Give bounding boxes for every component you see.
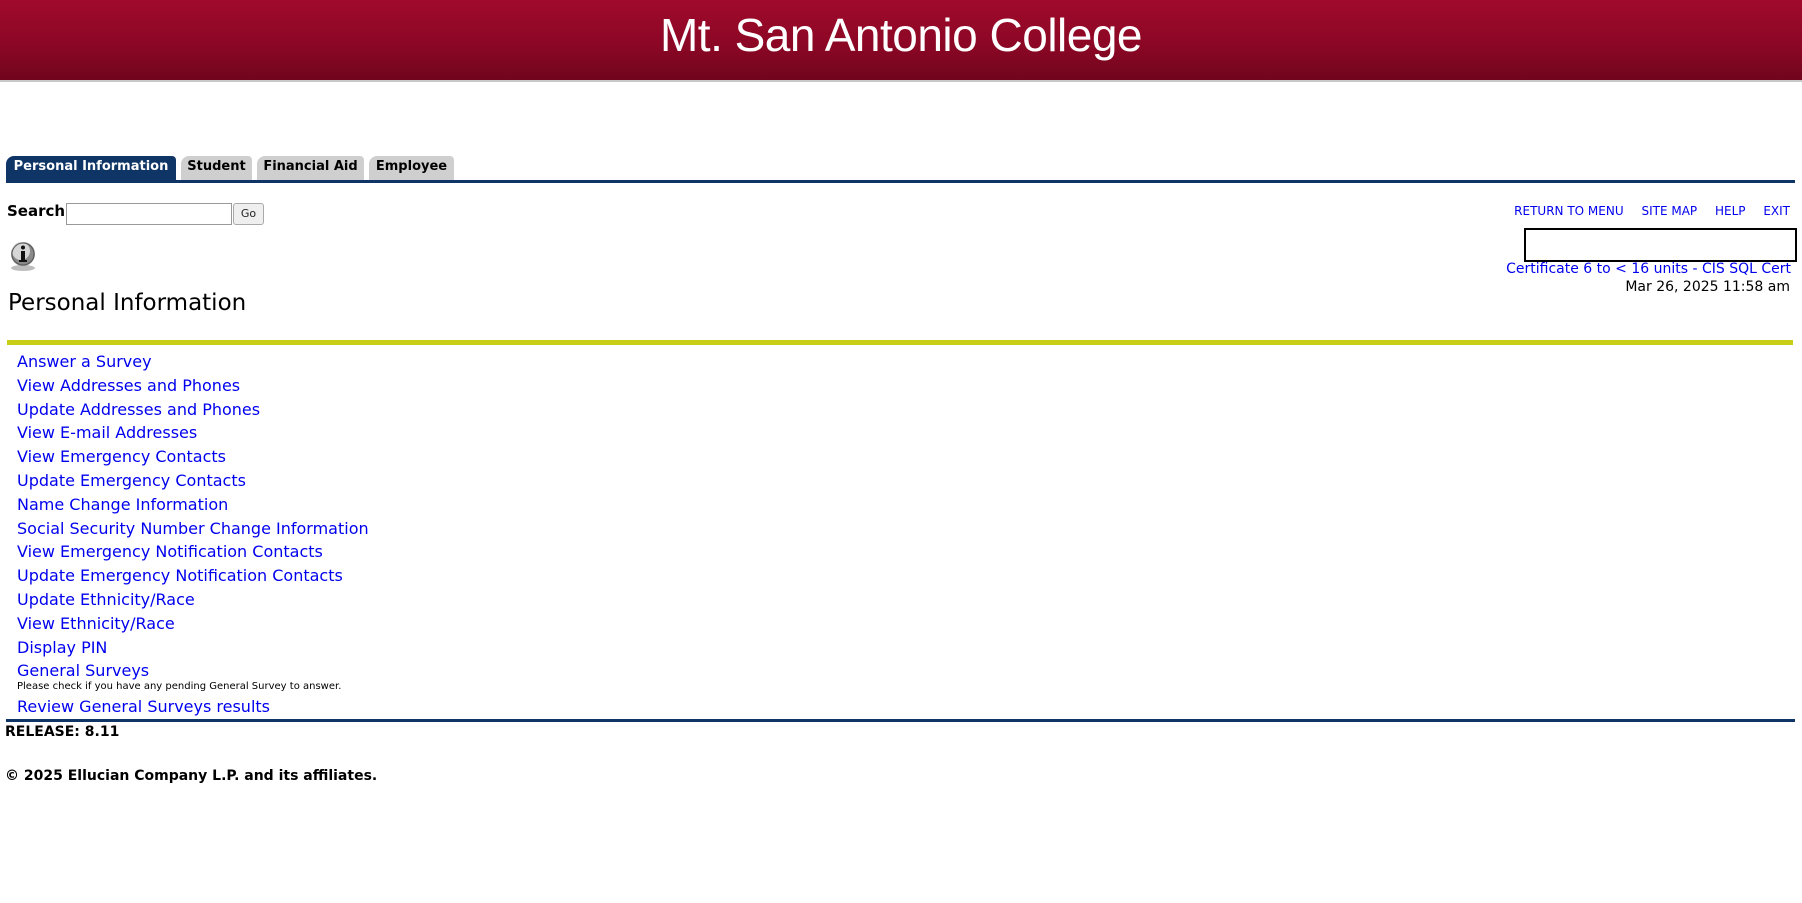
- page-title: Personal Information: [8, 290, 247, 316]
- menu-link-display-pin[interactable]: Display PIN: [17, 636, 369, 660]
- return-to-menu-link[interactable]: RETURN TO MENU: [1514, 204, 1623, 218]
- menu-link-view-email-addresses[interactable]: View E-mail Addresses: [17, 421, 369, 445]
- menu-link-name-change[interactable]: Name Change Information: [17, 493, 369, 517]
- menu-link-view-addresses-phones[interactable]: View Addresses and Phones: [17, 374, 369, 398]
- menu-link-update-addresses-phones[interactable]: Update Addresses and Phones: [17, 398, 369, 422]
- go-button[interactable]: Go: [233, 203, 264, 225]
- current-datetime: Mar 26, 2025 11:58 am: [1625, 279, 1790, 295]
- college-name: Mt. San Antonio College: [659, 9, 1143, 61]
- personal-info-menu: Answer a Survey View Addresses and Phone…: [17, 350, 369, 719]
- search-input[interactable]: [66, 203, 232, 225]
- copyright-notice: © 2025 Ellucian Company L.P. and its aff…: [5, 768, 378, 784]
- menu-link-view-emergency-notification[interactable]: View Emergency Notification Contacts: [17, 540, 369, 564]
- tab-employee[interactable]: Employee: [369, 156, 454, 181]
- release-label: RELEASE: 8.11: [5, 724, 120, 740]
- tab-student[interactable]: Student: [181, 156, 252, 181]
- help-link[interactable]: HELP: [1715, 204, 1746, 218]
- menu-link-update-ethnicity[interactable]: Update Ethnicity/Race: [17, 588, 369, 612]
- footer-divider: [6, 719, 1795, 722]
- tab-personal-information[interactable]: Personal Information: [6, 156, 176, 181]
- search-label: Search: [7, 202, 66, 220]
- menu-link-ssn-change[interactable]: Social Security Number Change Informatio…: [17, 517, 369, 541]
- title-divider: [7, 340, 1793, 345]
- college-banner: Mt. San Antonio College: [0, 0, 1802, 82]
- top-links: RETURN TO MENU SITE MAP HELP EXIT: [1500, 204, 1790, 218]
- menu-link-review-surveys[interactable]: Review General Surveys results: [17, 695, 369, 719]
- menu-link-general-surveys[interactable]: General Surveys: [17, 661, 369, 681]
- site-map-link[interactable]: SITE MAP: [1641, 204, 1697, 218]
- menu-link-view-emergency-contacts[interactable]: View Emergency Contacts: [17, 445, 369, 469]
- menu-link-answer-survey[interactable]: Answer a Survey: [17, 350, 369, 374]
- tab-divider: [6, 180, 1795, 183]
- menu-link-view-ethnicity[interactable]: View Ethnicity/Race: [17, 612, 369, 636]
- header-info-box: [1524, 228, 1797, 262]
- general-surveys-description: Please check if you have any pending Gen…: [17, 681, 342, 693]
- menu-link-update-emergency-contacts[interactable]: Update Emergency Contacts: [17, 469, 369, 493]
- certificate-link[interactable]: Certificate 6 to < 16 units - CIS SQL Ce…: [1506, 261, 1791, 277]
- info-icon: [11, 242, 35, 271]
- tab-financial-aid[interactable]: Financial Aid: [257, 156, 364, 181]
- menu-link-update-emergency-notification[interactable]: Update Emergency Notification Contacts: [17, 564, 369, 588]
- exit-link[interactable]: EXIT: [1763, 204, 1790, 218]
